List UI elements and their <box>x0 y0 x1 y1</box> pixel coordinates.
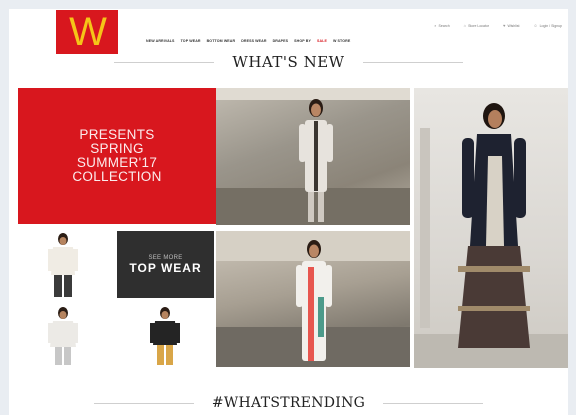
collection-photo-2[interactable] <box>216 231 410 367</box>
model-figure-1 <box>299 99 333 222</box>
trending-heading: #WHATSTRENDING <box>9 395 568 411</box>
utility-store-locator[interactable]: ⌂ Store Locator <box>464 23 489 28</box>
user-icon: ☺ <box>533 23 538 28</box>
spring-summer-promo-banner[interactable]: PRESENTS SPRING SUMMER'17 COLLECTION <box>18 88 216 224</box>
utility-search-label: Search <box>438 23 450 28</box>
see-more-top-wear-panel[interactable]: SEE MORE TOP WEAR <box>117 231 214 298</box>
nav-item-drapes[interactable]: DRAPES <box>273 39 289 43</box>
collection-photo-tall[interactable] <box>414 88 568 368</box>
heading-rule-right <box>362 61 463 63</box>
logo-letter: W <box>69 10 107 54</box>
nav-item-bottom-wear[interactable]: BOTTOM WEAR <box>207 39 236 43</box>
top-wear-thumbnail-3[interactable] <box>145 305 185 367</box>
utility-search[interactable]: ⌕ Search <box>434 23 449 28</box>
main-nav: NEW ARRIVALS TOP WEAR BOTTOM WEAR DRESS … <box>146 39 350 43</box>
nav-item-top-wear[interactable]: TOP WEAR <box>181 39 201 43</box>
whats-new-title: WHAT'S NEW <box>232 53 345 71</box>
store-icon: ⌂ <box>463 23 467 28</box>
page: W ⌕ Search ⌂ Store Locator ♥ Wishlist ☺ … <box>9 9 568 415</box>
model-figure-3 <box>458 103 530 348</box>
top-wear-thumbnail-1[interactable] <box>43 231 83 299</box>
heart-icon: ♥ <box>503 23 506 28</box>
heading-rule-left <box>114 61 215 63</box>
whats-new-heading: WHAT'S NEW <box>9 53 568 71</box>
model-figure-2 <box>296 240 332 361</box>
heading-rule-right-2 <box>383 402 484 404</box>
utility-wishlist[interactable]: ♥ Wishlist <box>503 23 519 28</box>
photo-pillar <box>420 128 430 328</box>
collection-photo-1[interactable] <box>216 88 410 225</box>
nav-item-new-arrivals[interactable]: NEW ARRIVALS <box>146 39 175 43</box>
top-wear-label: TOP WEAR <box>129 260 202 275</box>
utility-login-label: Login / Signup <box>539 23 562 28</box>
search-icon: ⌕ <box>434 23 437 28</box>
trending-title: #WHATSTRENDING <box>211 395 366 411</box>
utility-wishlist-label: Wishlist <box>507 23 520 28</box>
utility-store-label: Store Locator <box>468 23 490 28</box>
nav-item-dress-wear[interactable]: DRESS WEAR <box>241 39 266 43</box>
utility-login[interactable]: ☺ Login / Signup <box>534 23 562 28</box>
top-wear-thumbnail-2[interactable] <box>43 305 83 367</box>
heading-rule-left-2 <box>93 402 194 404</box>
promo-text: PRESENTS SPRING SUMMER'17 COLLECTION <box>72 127 162 184</box>
nav-item-w-store[interactable]: W STORE <box>333 39 350 43</box>
nav-item-shop-by[interactable]: SHOP BY <box>294 39 311 43</box>
brand-logo[interactable]: W <box>56 10 118 54</box>
utility-links: ⌕ Search ⌂ Store Locator ♥ Wishlist ☺ Lo… <box>434 23 562 28</box>
nav-item-sale[interactable]: SALE <box>317 39 327 43</box>
